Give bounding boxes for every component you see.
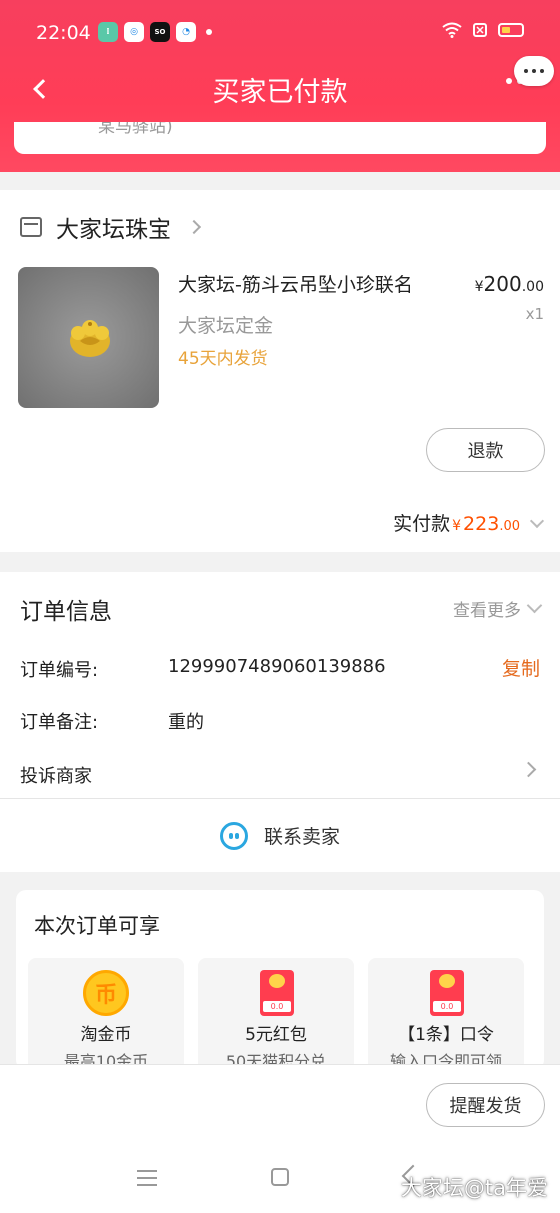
- chevron-right-icon: [186, 219, 202, 235]
- refund-button[interactable]: 退款: [426, 428, 545, 472]
- order-info-title: 订单信息: [20, 599, 112, 625]
- battery-icon: [498, 23, 524, 37]
- red-packet-icon: [430, 970, 464, 1016]
- product-title[interactable]: 大家坛-筋斗云吊坠小珍联名: [178, 270, 413, 297]
- watermark: 大家坛@ta年爱: [400, 1176, 548, 1200]
- browser-app-icon: ◔: [176, 22, 196, 42]
- price-decimal: .00: [521, 279, 544, 295]
- see-more-button[interactable]: 查看更多: [453, 596, 543, 621]
- contact-seller-button[interactable]: 联系卖家: [0, 798, 560, 872]
- app-icon-green: ⁞: [98, 22, 118, 42]
- payment-symbol: ¥: [452, 518, 462, 534]
- notification-dot-icon: [206, 29, 212, 35]
- status-right: [442, 22, 524, 38]
- chat-face-icon: [219, 821, 248, 850]
- complain-merchant-link[interactable]: 投诉商家: [20, 762, 92, 788]
- remind-shipping-button[interactable]: 提醒发货: [426, 1083, 545, 1127]
- benefit-item[interactable]: 【1条】口令 输入口令即可领: [368, 958, 524, 1078]
- benefit-name: 【1条】口令: [398, 1025, 494, 1045]
- status-time: 22:04: [36, 22, 91, 44]
- payment-amount: 223.00: [463, 513, 520, 535]
- contact-seller-label: 联系卖家: [263, 826, 340, 848]
- coin-icon: 币: [83, 970, 129, 1016]
- sim-icon: [473, 23, 487, 37]
- price-integer: 200: [483, 272, 522, 296]
- price-symbol: ¥: [474, 279, 484, 295]
- order-number-value: 1299907489060139886: [168, 656, 386, 677]
- payment-amount-dec: .00: [499, 519, 520, 534]
- product-quantity: x1: [525, 305, 544, 323]
- page-title: 买家已付款: [212, 77, 348, 108]
- chevron-down-icon: [526, 597, 543, 614]
- menu-icon[interactable]: [137, 1170, 157, 1186]
- benefits-card: 本次订单可享 币 淘金币 最高10金币 5元红包 50天猫积分兑 【1条】口令 …: [16, 890, 544, 1078]
- shop-link[interactable]: 大家坛珠宝: [20, 210, 202, 244]
- see-more-label: 查看更多: [453, 601, 521, 621]
- payment-label: 实付款: [393, 513, 451, 535]
- shipping-note: 45天内发货: [178, 349, 268, 369]
- order-remark-label: 订单备注:: [20, 712, 99, 733]
- address-fragment: 某马驿站): [98, 122, 173, 137]
- payment-amount-int: 223: [463, 513, 500, 535]
- benefits-title: 本次订单可享: [34, 914, 160, 938]
- nav-bar: 买家已付款: [0, 64, 560, 114]
- store-icon: [20, 217, 42, 237]
- message-bubble-icon[interactable]: [514, 56, 554, 86]
- red-packet-icon: [260, 970, 294, 1016]
- app-icon-blue: ◎: [124, 22, 144, 42]
- copy-button[interactable]: 复制: [502, 654, 540, 681]
- shop-name: 大家坛珠宝: [56, 217, 171, 243]
- status-bar: 22:04 ⁞ ◎ SO ◔: [0, 0, 560, 64]
- benefit-name: 5元红包: [245, 1025, 307, 1045]
- product-image[interactable]: [18, 267, 159, 408]
- product-sku: 大家坛定金: [178, 315, 274, 337]
- pendant-image: [70, 320, 110, 357]
- payment-total[interactable]: 实付款 ¥ 223.00: [393, 509, 545, 536]
- chevron-down-icon: [529, 513, 545, 529]
- order-number-label: 订单编号:: [20, 660, 99, 681]
- address-card[interactable]: 某马驿站): [14, 122, 546, 154]
- order-remark-value: 重的: [168, 712, 204, 733]
- benefit-name: 淘金币: [80, 1025, 132, 1045]
- status-app-icons: ⁞ ◎ SO ◔: [98, 22, 212, 42]
- benefit-item[interactable]: 币 淘金币 最高10金币: [28, 958, 184, 1078]
- product-price: ¥200.00: [475, 272, 544, 296]
- benefit-item[interactable]: 5元红包 50天猫积分兑: [198, 958, 354, 1078]
- soul-app-icon: SO: [150, 22, 170, 42]
- home-icon[interactable]: [271, 1168, 289, 1186]
- wifi-icon: [442, 22, 462, 38]
